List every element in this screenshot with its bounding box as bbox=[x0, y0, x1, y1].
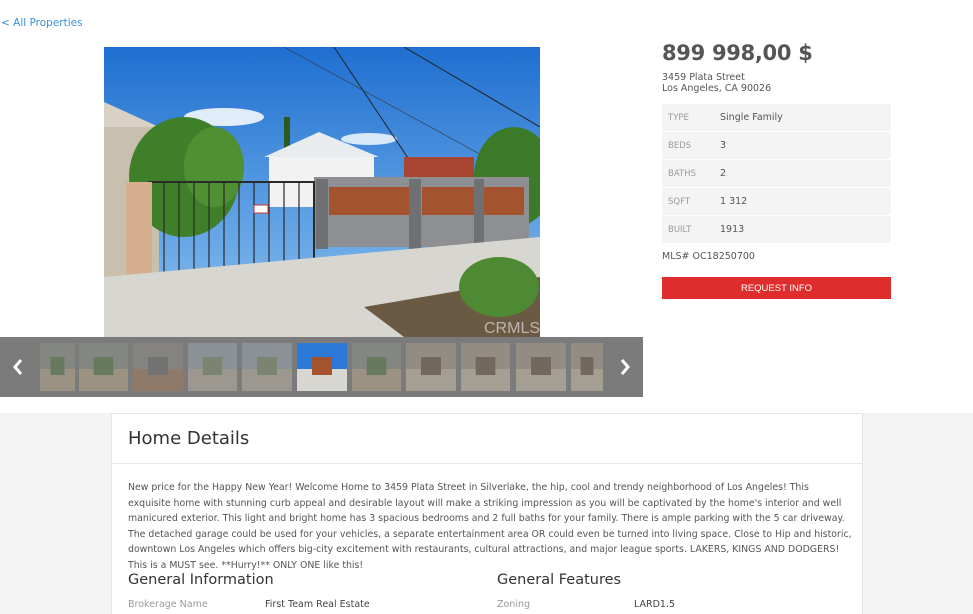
fact-row-built: BUILT 1913 bbox=[662, 216, 891, 244]
thumbnail-11[interactable] bbox=[571, 343, 603, 391]
fact-row-beds: BEDS 3 bbox=[662, 132, 891, 160]
fact-key: BATHS bbox=[668, 168, 696, 179]
photo-yard-icon bbox=[79, 343, 128, 391]
photo-room-icon bbox=[461, 343, 510, 391]
thumbnail-10[interactable] bbox=[516, 343, 566, 391]
brokerage-name-value: First Team Real Estate bbox=[265, 599, 370, 610]
main-property-photo: CRMLS bbox=[104, 47, 540, 337]
listing-price: 899 998,00 $ bbox=[662, 41, 813, 65]
next-photo-button[interactable] bbox=[607, 337, 643, 397]
fact-key: BUILT bbox=[668, 224, 692, 235]
fact-row-type: TYPE Single Family bbox=[662, 104, 891, 132]
photo-yard-icon bbox=[352, 343, 401, 391]
divider bbox=[112, 463, 862, 464]
photo-room-icon bbox=[571, 343, 603, 391]
thumbnail-8[interactable] bbox=[406, 343, 456, 391]
watermark-text: CRMLS bbox=[484, 320, 540, 337]
thumbnail-3[interactable] bbox=[133, 343, 183, 391]
general-information-heading: General Information bbox=[128, 572, 274, 588]
general-features-heading: General Features bbox=[497, 572, 622, 588]
request-info-button[interactable]: REQUEST INFO bbox=[662, 277, 891, 299]
thumbnail-2[interactable] bbox=[79, 343, 128, 391]
address-city: Los Angeles, CA 90026 bbox=[662, 83, 772, 94]
fact-value: 1 312 bbox=[720, 196, 748, 207]
photo-aerial-icon bbox=[188, 343, 237, 391]
fact-value: 2 bbox=[720, 168, 727, 179]
thumbnail-1[interactable] bbox=[40, 343, 75, 391]
address-street: 3459 Plata Street bbox=[662, 72, 745, 83]
property-facts-table: TYPE Single Family BEDS 3 BATHS 2 SQFT 1… bbox=[662, 104, 891, 244]
fact-value: 1913 bbox=[720, 224, 745, 235]
chevron-right-icon bbox=[620, 359, 630, 375]
thumbnail-strip bbox=[0, 337, 643, 397]
zoning-label: Zoning bbox=[497, 599, 531, 610]
photo-gate-icon bbox=[133, 343, 183, 391]
photo-front-icon bbox=[297, 343, 347, 391]
fact-row-sqft: SQFT 1 312 bbox=[662, 188, 891, 216]
photo-aerial-icon bbox=[242, 343, 292, 391]
photo-room-icon bbox=[516, 343, 566, 391]
thumbnail-5[interactable] bbox=[242, 343, 292, 391]
brokerage-name-label: Brokerage Name bbox=[128, 599, 208, 610]
fact-key: SQFT bbox=[668, 196, 691, 207]
thumbnail-7[interactable] bbox=[352, 343, 401, 391]
thumbnail-6[interactable] bbox=[297, 343, 347, 391]
fact-row-baths: BATHS 2 bbox=[662, 160, 891, 188]
thumbnail-4[interactable] bbox=[188, 343, 237, 391]
chevron-left-icon bbox=[13, 359, 23, 375]
fact-value: Single Family bbox=[720, 112, 783, 123]
property-description: New price for the Happy New Year! Welcom… bbox=[128, 482, 852, 571]
thumbnail-9[interactable] bbox=[461, 343, 510, 391]
previous-photo-button[interactable] bbox=[0, 337, 36, 397]
all-properties-link[interactable]: < All Properties bbox=[1, 17, 83, 29]
fact-value: 3 bbox=[720, 140, 727, 151]
photo-room-icon bbox=[406, 343, 456, 391]
photo-yard-icon bbox=[40, 343, 75, 391]
fact-key: BEDS bbox=[668, 140, 692, 151]
fact-key: TYPE bbox=[668, 112, 689, 123]
home-details-title: Home Details bbox=[128, 428, 250, 449]
home-details-card: Home Details New price for the Happy New… bbox=[111, 413, 863, 614]
mls-number: MLS# OC18250700 bbox=[662, 251, 755, 262]
zoning-value: LARD1.5 bbox=[634, 599, 676, 610]
